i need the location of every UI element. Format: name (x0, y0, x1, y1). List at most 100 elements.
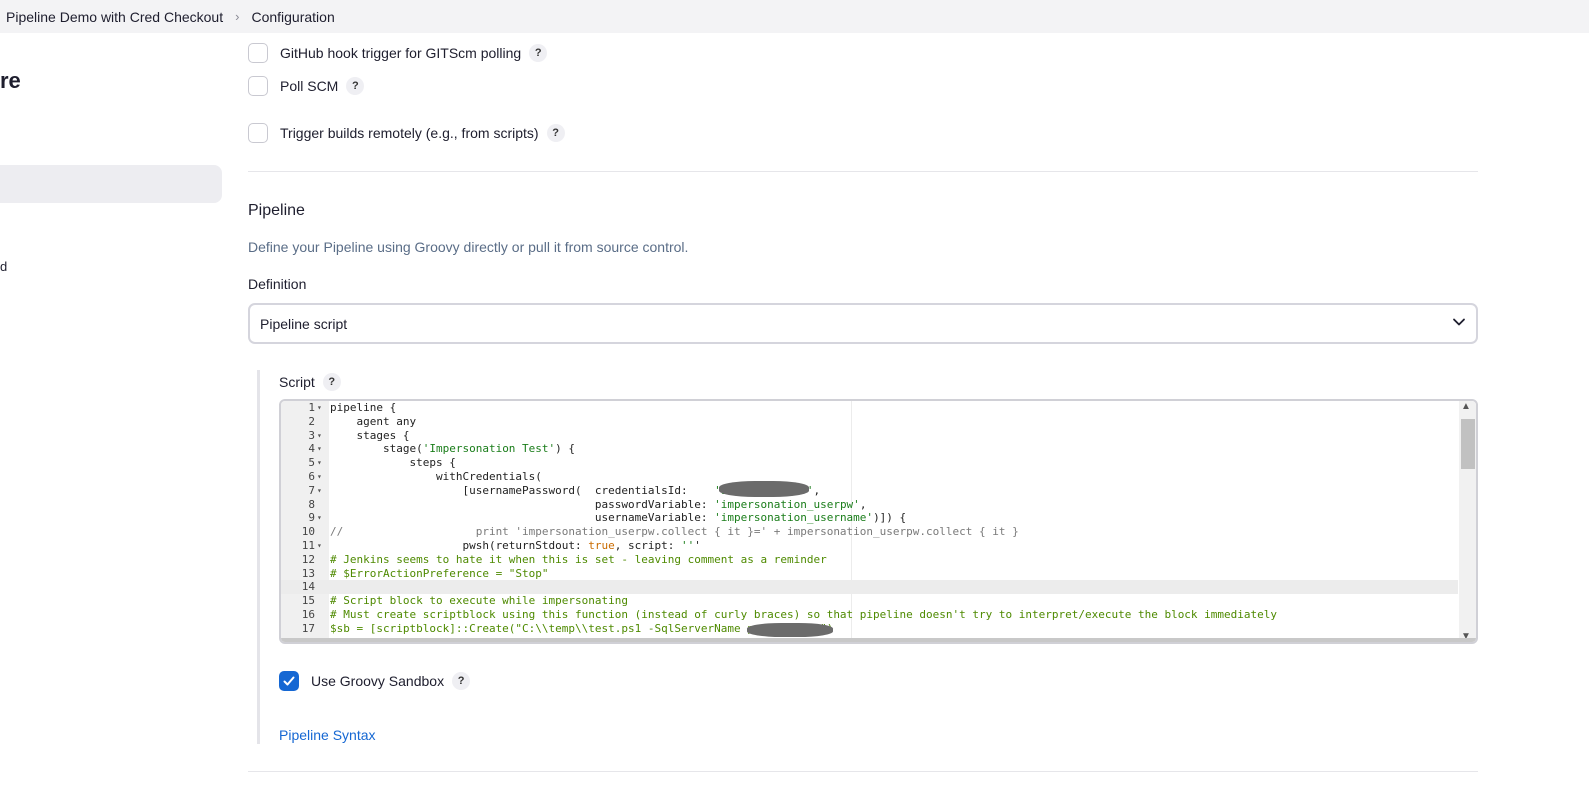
code-text: // print 'impersonation_userpw.collect {… (330, 525, 1019, 539)
code-line[interactable]: 1 ▾ pipeline { (281, 401, 1458, 415)
fold-toggle-icon[interactable]: ▾ (317, 470, 325, 484)
trigger-remote: Trigger builds remotely (e.g., from scri… (248, 123, 565, 143)
help-icon[interactable]: ? (346, 77, 365, 95)
sidebar-title: re (0, 68, 21, 93)
definition-select[interactable]: Pipeline script (248, 303, 1478, 344)
breadcrumb-item-job[interactable]: Pipeline Demo with Cred Checkout (0, 9, 229, 25)
line-number: 5 (308, 456, 315, 470)
sidebar-item[interactable]: d (0, 259, 7, 274)
fold-toggle-icon[interactable]: ▾ (317, 442, 325, 456)
groovy-sandbox-checkbox[interactable] (279, 671, 299, 691)
redaction (719, 481, 809, 497)
help-icon[interactable]: ? (322, 373, 341, 391)
poll-scm-checkbox[interactable] (248, 76, 268, 96)
code-line[interactable]: 11 ▾ pwsh(returnStdout: true, script: ''' (281, 539, 1458, 553)
code-line[interactable]: 15 # Script block to execute while impers… (281, 594, 1458, 608)
breadcrumb-item-configuration[interactable]: Configuration (245, 9, 340, 25)
code-line[interactable]: 6 ▾ withCredentials( (281, 470, 1458, 484)
line-number: 9 (308, 511, 315, 525)
code-text: pwsh(returnStdout: true, script: ''' (330, 538, 701, 552)
line-number: 13 (301, 566, 315, 580)
trigger-remote-label: Trigger builds remotely (e.g., from scri… (280, 125, 539, 141)
section-divider (248, 771, 1478, 772)
code-text: # $ErrorActionPreference = "Stop" (330, 566, 549, 580)
breadcrumb: Pipeline Demo with Cred Checkout › Confi… (0, 0, 1589, 33)
redaction (747, 623, 833, 637)
code-line[interactable]: 7▾ [usernamePassword( credentialsId: 's … (281, 484, 1458, 498)
script-editor[interactable]: 1 ▾ pipeline {2 agent any 3 ▾ stages {4 ▾ sta… (279, 399, 1478, 644)
github-hook-checkbox[interactable] (248, 43, 268, 63)
check-icon (283, 676, 295, 686)
line-number: 3 (308, 428, 315, 442)
definition-label: Definition (248, 276, 307, 292)
fold-toggle-icon[interactable]: ▾ (317, 401, 325, 415)
github-hook-label: GitHub hook trigger for GITScm polling (280, 45, 522, 61)
trigger-github-hook: GitHub hook trigger for GITScm polling ? (248, 43, 548, 63)
definition-selected-value: Pipeline script (260, 315, 348, 332)
code-text: # Jenkins seems to hate it when this is … (330, 552, 827, 566)
line-number: 11 (301, 538, 315, 552)
groovy-sandbox-label: Use Groovy Sandbox (311, 673, 445, 689)
code-text: withCredentials( (330, 469, 542, 483)
line-number: 6 (308, 469, 315, 483)
fold-toggle-icon[interactable]: ▾ (317, 429, 325, 443)
fold-toggle-icon[interactable]: ▾ (317, 456, 325, 470)
code-line[interactable]: 12 # Jenkins seems to hate it when this i… (281, 553, 1458, 567)
line-number: 15 (301, 594, 315, 608)
editor-hscrollbar[interactable] (281, 638, 1476, 642)
code-text: # Must create scriptblock using this fun… (330, 607, 1278, 621)
code-text: passwordVariable: 'impersonation_userpw'… (330, 497, 867, 511)
code-text: stages { (330, 428, 410, 442)
script-label: Script (279, 374, 315, 390)
trigger-poll-scm: Poll SCM ? (248, 76, 365, 96)
fold-toggle-icon[interactable]: ▾ (317, 511, 325, 525)
line-number: 12 (301, 552, 315, 566)
code-line[interactable]: 13 # $ErrorActionPreference = "Stop" (281, 567, 1458, 581)
chevron-down-icon (1452, 315, 1466, 332)
line-number: 4 (308, 442, 315, 456)
code-line[interactable]: 9 ▾ usernameVariable: 'impersonation_user… (281, 511, 1458, 525)
chevron-right-icon: › (235, 9, 240, 24)
fold-toggle-icon[interactable]: ▾ (317, 539, 325, 553)
code-lines[interactable]: 1 ▾ pipeline {2 agent any 3 ▾ stages {4 ▾ sta… (281, 401, 1458, 642)
code-line[interactable]: 14 (281, 580, 1458, 595)
code-text: stage('Impersonation Test') { (330, 442, 576, 456)
sidebar-item-active[interactable] (0, 165, 222, 203)
code-line[interactable]: 2 agent any (281, 415, 1458, 429)
line-number: 14 (301, 580, 315, 594)
line-number: 2 (308, 414, 315, 428)
code-line[interactable]: 16 # Must create scriptblock using this f… (281, 608, 1458, 622)
help-icon[interactable]: ? (546, 124, 565, 142)
code-text: # Script block to execute while imperson… (330, 594, 629, 608)
editor-scrollbar[interactable]: ▲ ▼ (1459, 401, 1476, 642)
help-icon[interactable]: ? (452, 672, 471, 690)
code-line[interactable]: 3 ▾ stages { (281, 429, 1458, 443)
code-text: pipeline { (330, 401, 397, 414)
pipeline-section-title: Pipeline (248, 202, 305, 219)
groovy-sandbox-row: Use Groovy Sandbox ? (279, 671, 471, 691)
code-line[interactable]: 8 passwordVariable: 'impersonation_userp… (281, 498, 1458, 512)
line-number: 7 (308, 483, 315, 497)
code-line[interactable]: 5 ▾ steps { (281, 456, 1458, 470)
help-icon[interactable]: ? (529, 44, 548, 62)
line-number: 16 (301, 607, 315, 621)
line-number: 10 (301, 525, 315, 539)
chevron-up-icon[interactable]: ▲ (1461, 401, 1471, 412)
scrollbar-thumb[interactable] (1461, 419, 1475, 469)
fold-toggle-icon[interactable]: ▾ (317, 484, 325, 498)
code-text: usernameVariable: 'impersonation_usernam… (330, 511, 907, 525)
pipeline-section-description: Define your Pipeline using Groovy direct… (248, 239, 689, 255)
code-line[interactable]: 4 ▾ stage('Impersonation Test') { (281, 442, 1458, 456)
pipeline-syntax-link[interactable]: Pipeline Syntax (279, 727, 376, 743)
line-number: 1 (308, 401, 315, 414)
nested-section-bar (257, 370, 260, 744)
code-text: steps { (330, 456, 456, 470)
code-line[interactable]: 17 $sb = [scriptblock]::Create("C:\\temp\… (281, 622, 1458, 636)
trigger-remote-checkbox[interactable] (248, 123, 268, 143)
section-divider (248, 171, 1478, 172)
code-text: agent any (330, 414, 417, 428)
code-line[interactable]: 10 // print 'impersonation_userpw.collect… (281, 525, 1458, 539)
line-number: 17 (301, 621, 315, 635)
line-number: 8 (308, 497, 315, 511)
poll-scm-label: Poll SCM (280, 78, 339, 94)
